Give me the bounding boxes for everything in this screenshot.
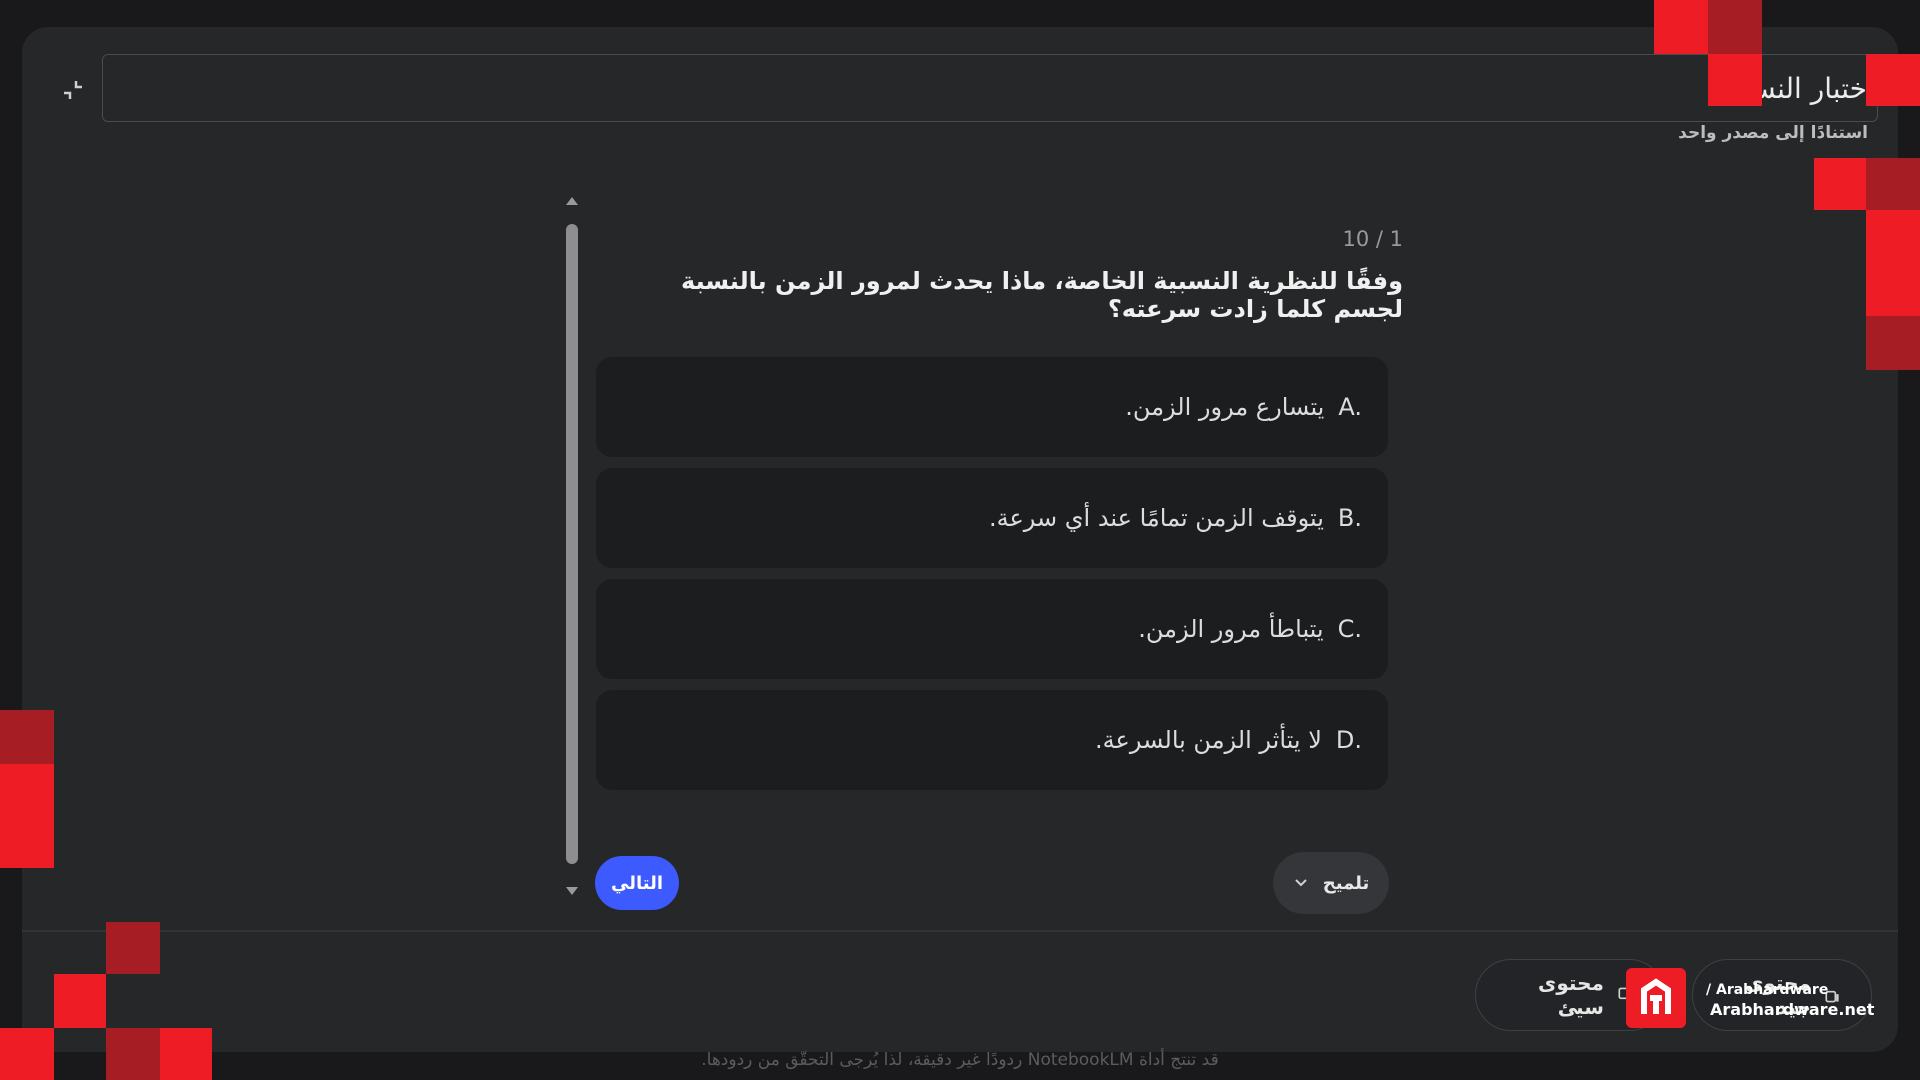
brand-pixel-decoration <box>1708 0 1762 54</box>
scrollbar[interactable] <box>563 197 581 907</box>
scroll-up-arrow-icon[interactable] <box>566 197 578 205</box>
brand-pixel-decoration <box>106 1028 160 1080</box>
hint-button[interactable]: تلميح <box>1273 852 1389 914</box>
brand-pixel-decoration <box>1866 210 1920 316</box>
chevron-down-icon <box>1295 879 1307 887</box>
brand-pixel-decoration <box>0 1028 54 1080</box>
brand-pixel-decoration <box>106 922 160 974</box>
brand-pixel-decoration <box>54 974 106 1028</box>
brand-pixel-decoration <box>1654 0 1708 54</box>
answer-option-d[interactable]: D. لا يتأثر الزمن بالسرعة. <box>596 690 1388 790</box>
question-text: وفقًا للنظرية النسبية الخاصة، ماذا يحدث … <box>681 267 1403 323</box>
option-text: يتسارع مرور الزمن. <box>1125 393 1325 421</box>
disclaimer-text: قد تنتج أداة NotebookLM ردودًا غير دقيقة… <box>701 1050 1219 1070</box>
footer-divider <box>22 930 1898 932</box>
source-count: استنادًا إلى مصدر واحد <box>1678 123 1868 143</box>
brand-pixel-decoration <box>0 710 54 764</box>
brand-pixel-decoration <box>1866 316 1920 370</box>
brand-logo-icon <box>1626 968 1686 1028</box>
option-text: لا يتأثر الزمن بالسرعة. <box>1095 726 1322 754</box>
option-letter: C. <box>1337 615 1362 643</box>
quiz-panel: ختبار النسب استنادًا إلى مصدر واحد 10 / … <box>22 27 1898 1052</box>
option-text: يتوقف الزمن تمامًا عند أي سرعة. <box>988 504 1324 532</box>
brand-pixel-decoration <box>1708 54 1762 106</box>
option-letter: A. <box>1338 393 1362 421</box>
watermark-social: / Arabhardware <box>1706 982 1829 998</box>
brand-pixel-decoration <box>160 1028 212 1080</box>
answer-option-a[interactable]: A. يتسارع مرور الزمن. <box>596 357 1388 457</box>
answer-option-c[interactable]: C. يتباطأ مرور الزمن. <box>596 579 1388 679</box>
option-letter: D. <box>1335 726 1362 754</box>
brand-pixel-decoration <box>0 764 54 868</box>
option-text: يتباطأ مرور الزمن. <box>1138 615 1324 643</box>
quiz-body: 10 / 1 وفقًا للنظرية النسبية الخاصة، ماذ… <box>563 197 1403 937</box>
brand-pixel-decoration <box>1866 54 1920 106</box>
answer-option-b[interactable]: B. يتوقف الزمن تمامًا عند أي سرعة. <box>596 468 1388 568</box>
quiz-title-field[interactable]: ختبار النسب <box>102 54 1878 122</box>
brand-pixel-decoration <box>1814 158 1866 210</box>
collapse-icon[interactable] <box>56 73 90 107</box>
hint-label: تلميح <box>1322 872 1370 894</box>
next-button[interactable]: التالي <box>595 856 679 910</box>
question-counter: 10 / 1 <box>1342 227 1403 251</box>
answer-options: A. يتسارع مرور الزمن. B. يتوقف الزمن تما… <box>596 357 1388 801</box>
brand-pixel-decoration <box>1866 158 1920 210</box>
bad-content-label: محتوى سيئ <box>1538 971 1604 1019</box>
option-letter: B. <box>1337 504 1362 532</box>
scrollbar-thumb[interactable] <box>566 224 578 864</box>
watermark-url: Arabhardware.net <box>1710 1000 1875 1019</box>
scroll-down-arrow-icon[interactable] <box>566 887 578 895</box>
